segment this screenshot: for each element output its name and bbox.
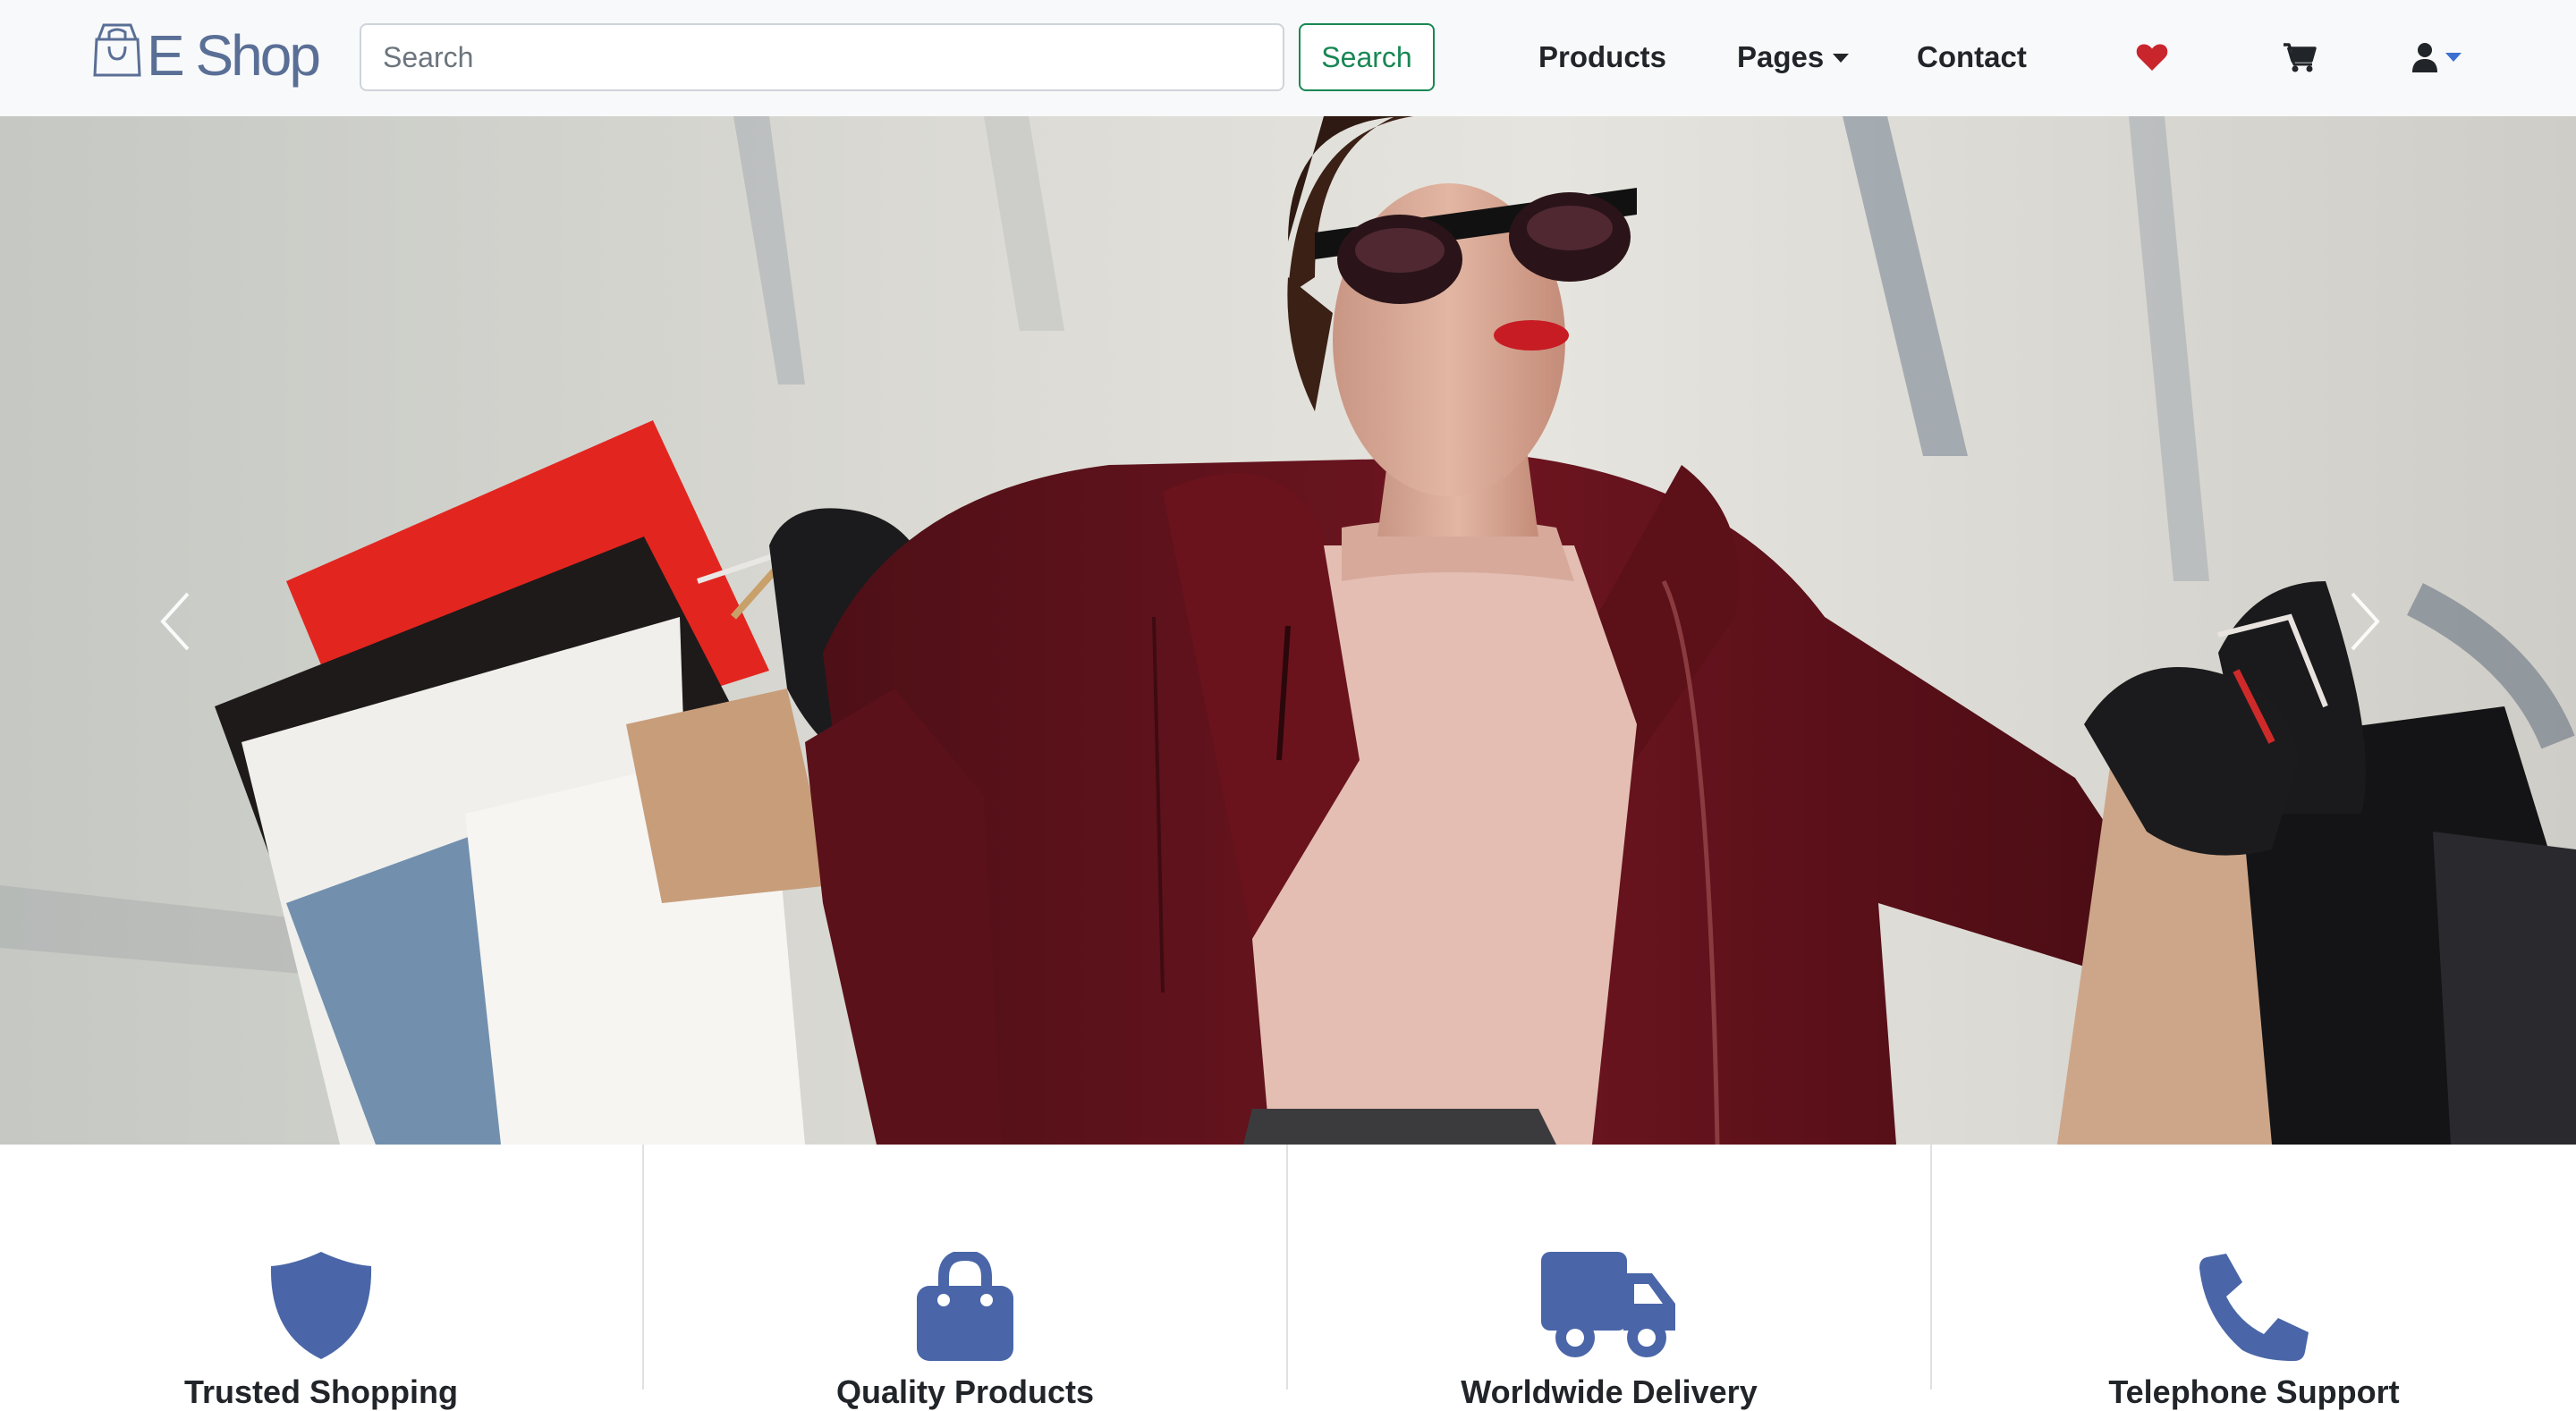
- shopping-bag-icon: [917, 1252, 1013, 1361]
- feature-item: Telephone Support: [1932, 1145, 2576, 1410]
- truck-icon: [1541, 1252, 1675, 1357]
- heart-icon: [2136, 44, 2168, 71]
- hero-carousel: [0, 116, 2576, 1145]
- navbar: E Shop Search Products Pages Contact: [0, 0, 2576, 116]
- cart-icon: [2284, 43, 2317, 72]
- feature-title: Worldwide Delivery: [1461, 1373, 1758, 1410]
- cart-button[interactable]: [2283, 38, 2317, 77]
- wishlist-button[interactable]: [2136, 38, 2168, 77]
- shield-icon: [270, 1252, 372, 1359]
- feature-item: Trusted Shopping: [0, 1145, 644, 1410]
- nav-products[interactable]: Products: [1538, 36, 1666, 79]
- feature-item: Worldwide Delivery: [1288, 1145, 1932, 1410]
- carousel-prev-button[interactable]: [157, 590, 229, 697]
- carousel-next-button[interactable]: [2347, 590, 2419, 697]
- hero-image: [0, 116, 2576, 1145]
- caret-down-icon: [2445, 53, 2462, 62]
- phone-icon: [2199, 1254, 2309, 1361]
- feature-title: Telephone Support: [2108, 1373, 2400, 1410]
- brand-name: E Shop: [147, 23, 321, 88]
- feature-title: Quality Products: [835, 1373, 1095, 1410]
- feature-item: Quality Products: [644, 1145, 1288, 1410]
- user-icon: [2412, 43, 2437, 72]
- nav-contact[interactable]: Contact: [1917, 36, 2027, 79]
- feature-title: Trusted Shopping: [184, 1373, 458, 1410]
- brand-link[interactable]: E Shop: [91, 18, 321, 98]
- chevron-right-icon: [2351, 592, 2380, 651]
- caret-down-icon: [1833, 54, 1850, 63]
- features-section: Trusted Shopping Quality Products Worldw…: [0, 1145, 2576, 1410]
- chevron-left-icon: [160, 592, 190, 651]
- user-menu-button[interactable]: [2411, 38, 2462, 77]
- search-input[interactable]: [360, 23, 1284, 91]
- nav-pages-label: Pages: [1737, 40, 1825, 73]
- nav-pages-dropdown[interactable]: Pages: [1737, 36, 1850, 79]
- search-button[interactable]: Search: [1299, 23, 1435, 91]
- shopping-bag-logo-icon: [93, 23, 141, 77]
